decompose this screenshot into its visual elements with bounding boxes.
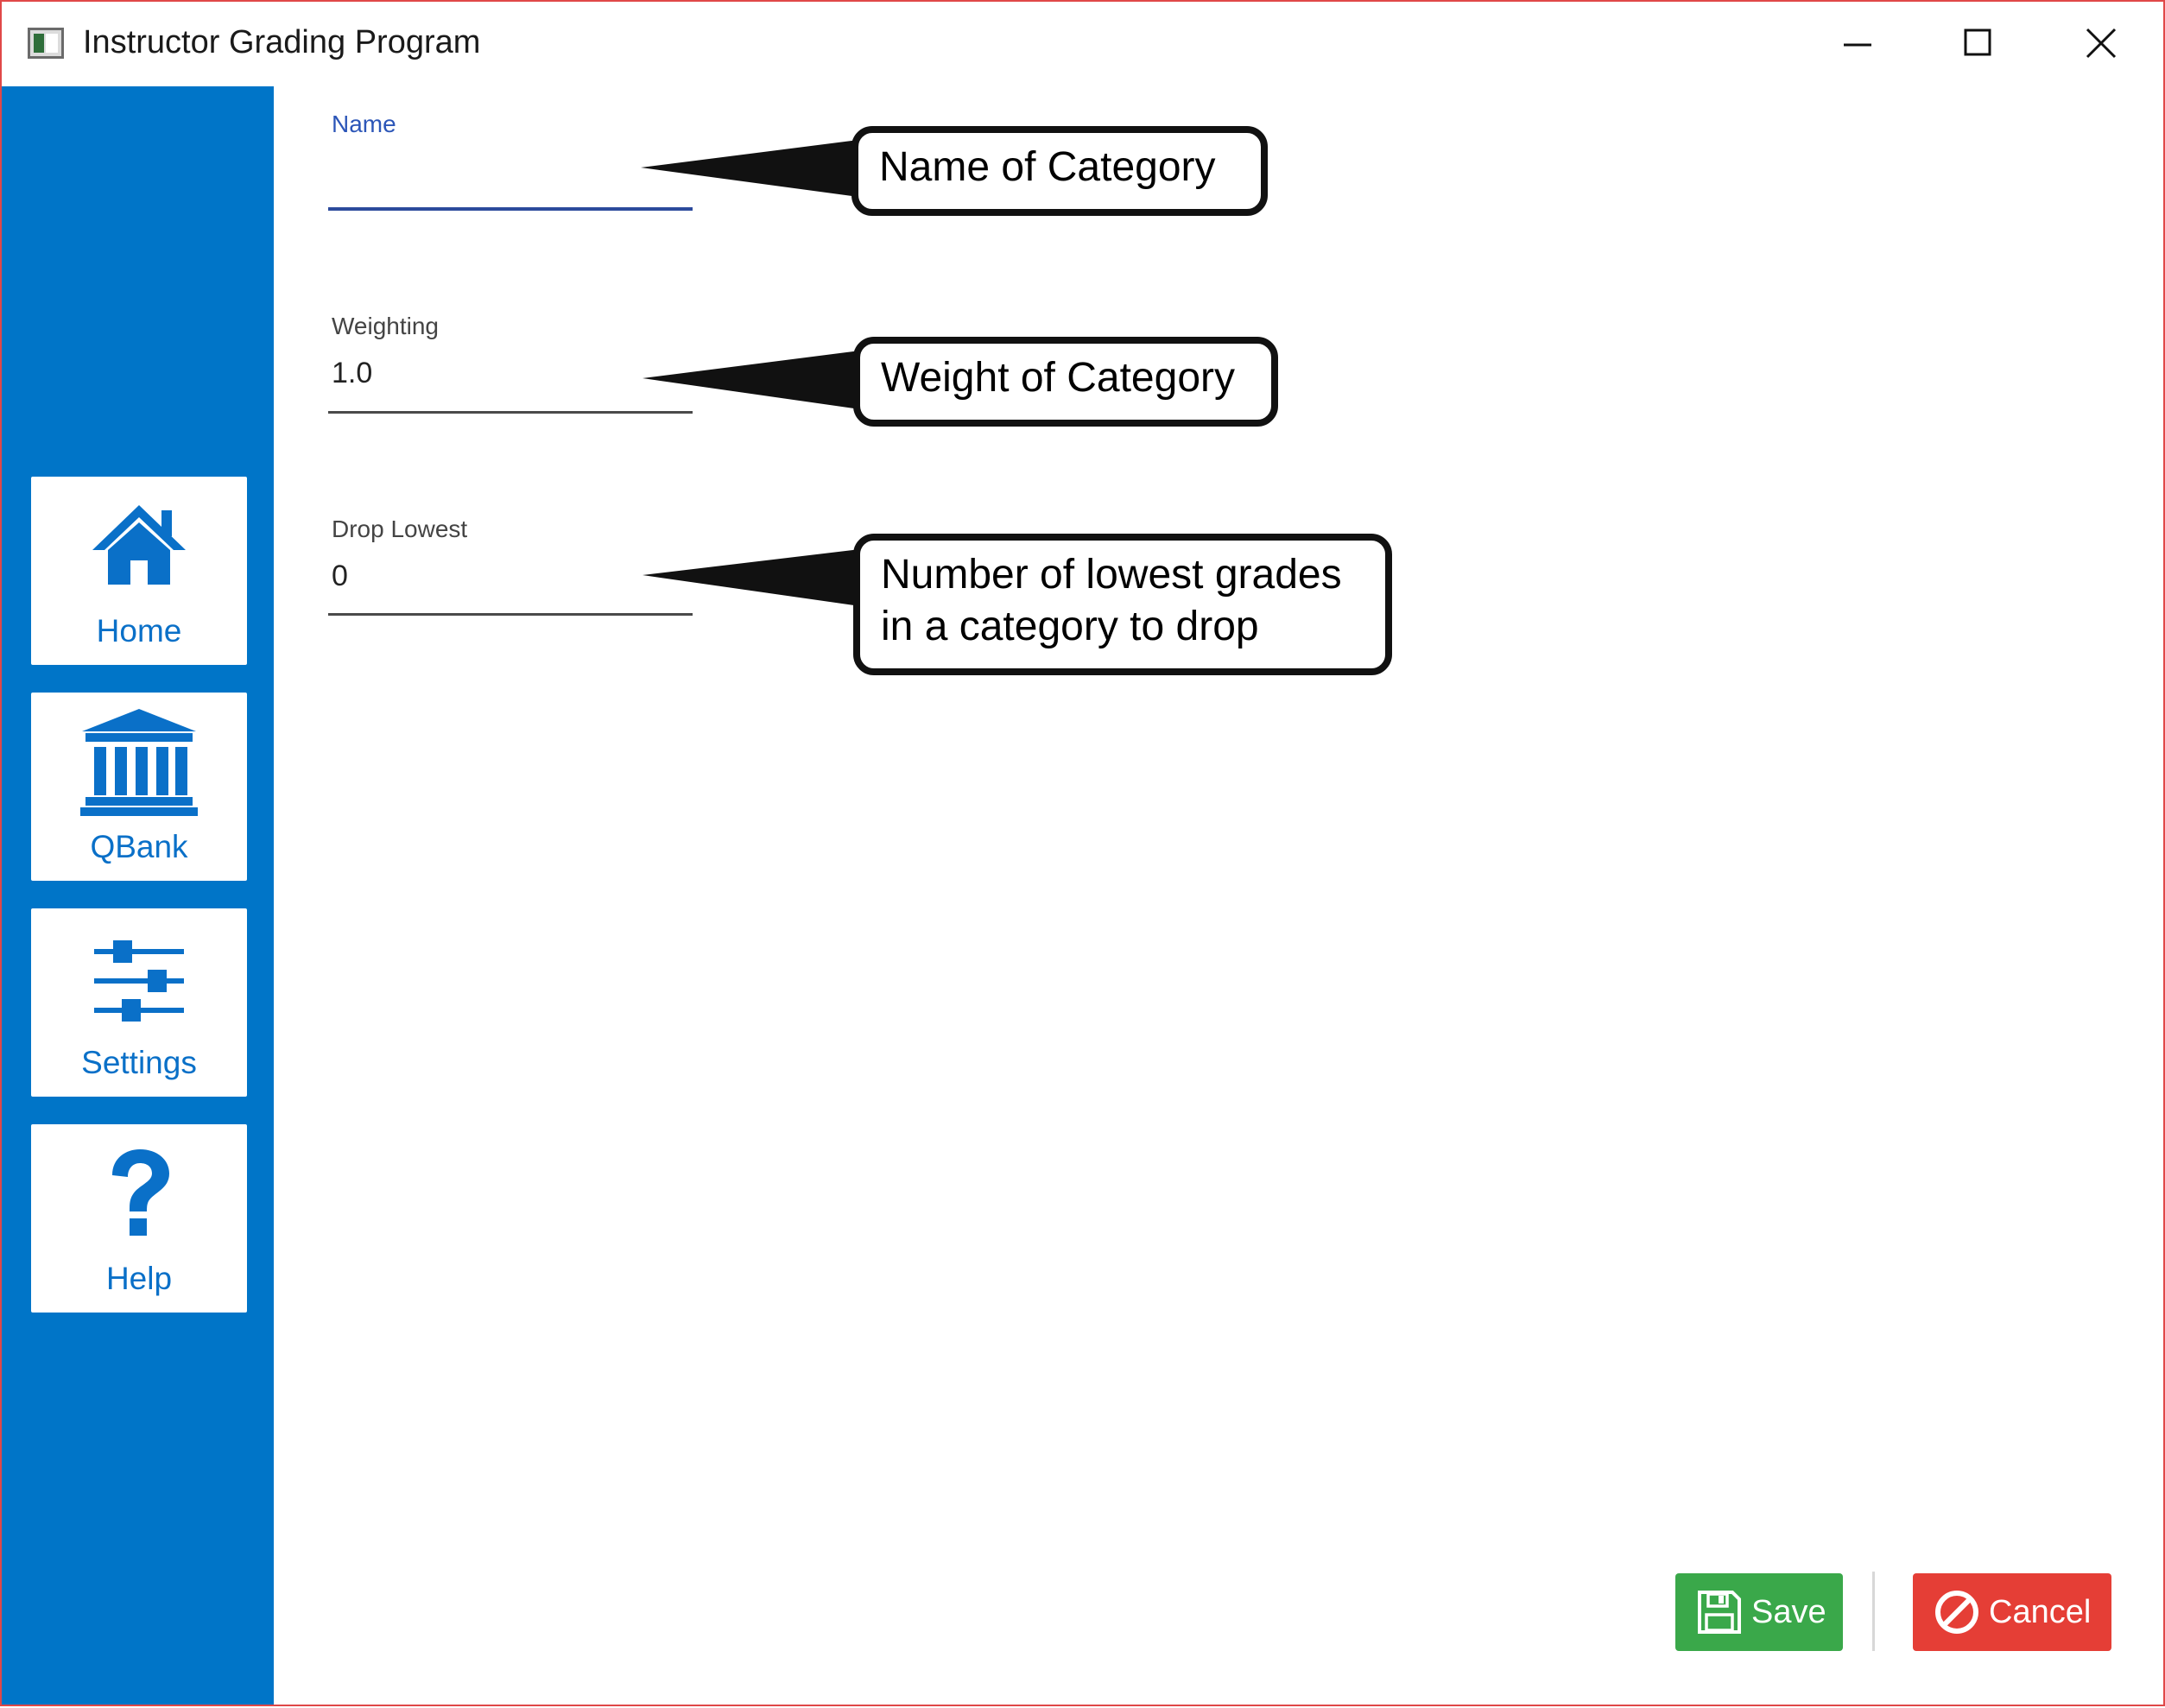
minimize-button[interactable] (1819, 17, 1896, 69)
drop-lowest-input[interactable] (328, 552, 693, 600)
callout-weight-of-category: Weight of Category (853, 337, 1278, 427)
weighting-label: Weighting (332, 313, 440, 339)
close-button[interactable] (2062, 17, 2140, 69)
callout-pointers (641, 140, 860, 606)
cancel-label: Cancel (1989, 1593, 2092, 1630)
drop-lowest-field-group: Drop Lowest (328, 516, 693, 619)
name-field-group: Name (328, 111, 693, 214)
maximize-icon (1964, 28, 1991, 56)
callout-drop-line-1: Number of lowest grades (881, 552, 1342, 598)
save-icon (1696, 1589, 1743, 1635)
weighting-input[interactable] (328, 349, 693, 397)
cancel-button[interactable]: Cancel (1913, 1573, 2111, 1651)
home-icon (92, 505, 186, 585)
sidebar-item-help[interactable]: Help (31, 1124, 247, 1313)
drop-lowest-label: Drop Lowest (332, 516, 468, 542)
name-input[interactable] (328, 149, 693, 197)
sliders-icon (94, 940, 184, 1022)
sidebar-item-label: Home (96, 613, 182, 648)
sidebar-item-home[interactable]: Home (31, 477, 247, 665)
callout-drop-line-2: in a category to drop (881, 604, 1259, 649)
bank-icon (80, 709, 198, 816)
close-icon (2086, 28, 2117, 59)
title-bar: Instructor Grading Program (2, 2, 2163, 86)
name-underline (328, 207, 693, 211)
save-label: Save (1751, 1593, 1826, 1630)
name-label: Name (332, 111, 396, 137)
sidebar-item-qbank[interactable]: QBank (31, 693, 247, 881)
sidebar-item-label: QBank (90, 829, 188, 864)
weighting-field-group: Weighting (328, 313, 693, 416)
window-title: Instructor Grading Program (83, 24, 481, 60)
minimize-icon (1844, 43, 1871, 47)
sidebar-item-label: Help (105, 1261, 173, 1296)
drop-lowest-underline (328, 613, 693, 616)
weighting-underline (328, 411, 693, 414)
callout-drop-lowest: Number of lowest grades in a category to… (853, 534, 1392, 675)
app-icon (28, 28, 64, 59)
button-divider (1872, 1572, 1875, 1651)
sidebar-item-settings[interactable]: Settings (31, 908, 247, 1097)
question-icon (112, 1149, 169, 1236)
cancel-icon (1934, 1589, 1980, 1635)
maximize-button[interactable] (1940, 17, 2017, 69)
app-window: Instructor Grading Program Home QBank Se… (0, 0, 2165, 1706)
sidebar: Home QBank Settings Help (2, 86, 274, 1705)
sidebar-item-label: Settings (81, 1045, 197, 1080)
save-button[interactable]: Save (1675, 1573, 1843, 1651)
callout-name-of-category: Name of Category (851, 126, 1268, 216)
